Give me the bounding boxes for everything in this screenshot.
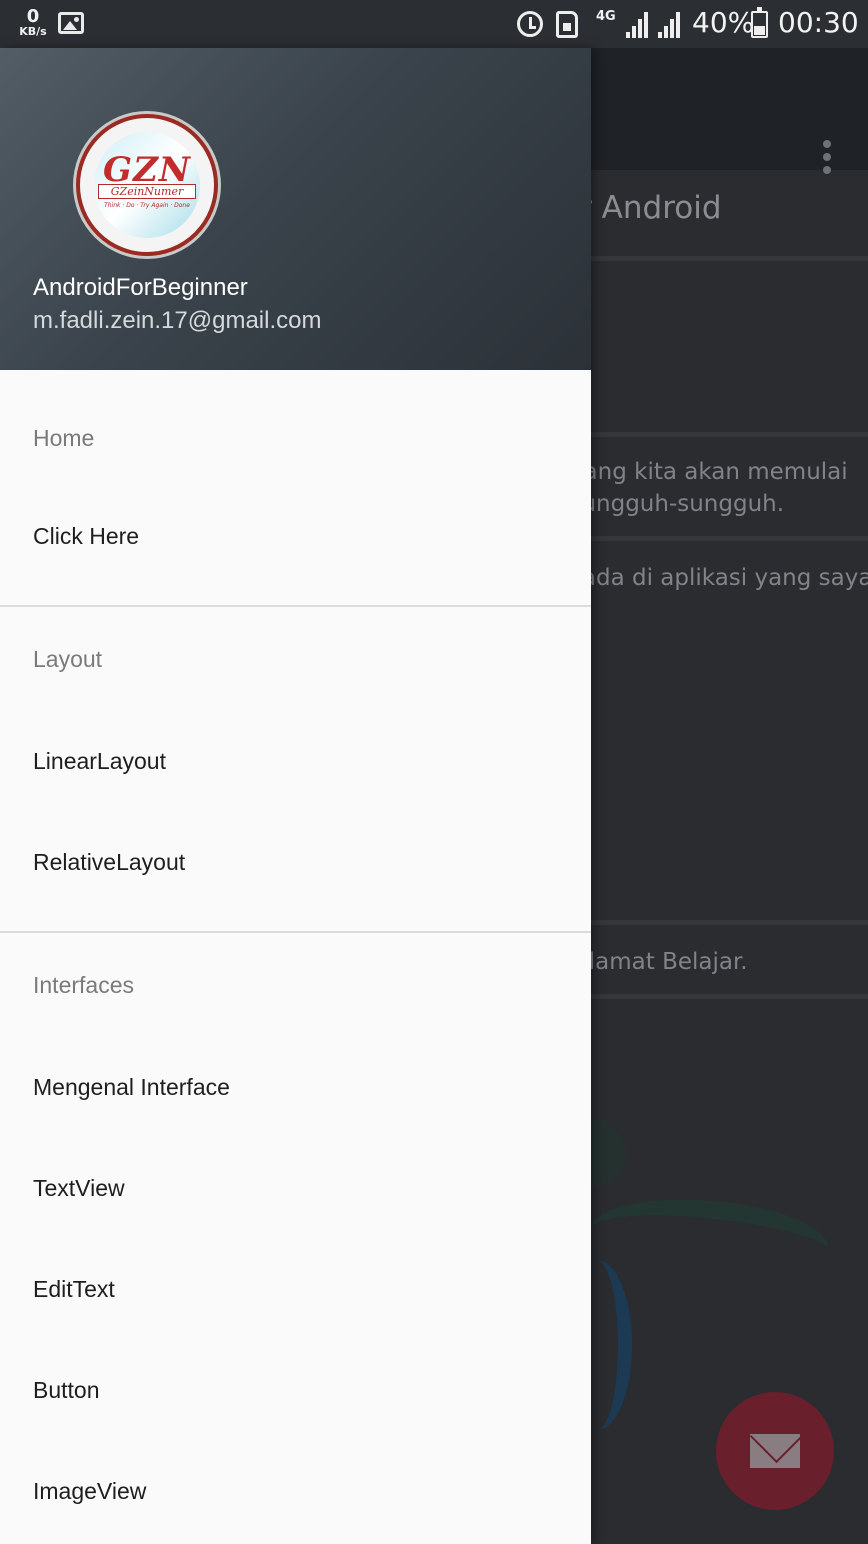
speed-value: 0 bbox=[26, 6, 40, 27]
more-options-icon[interactable] bbox=[822, 140, 832, 176]
body-text: g ada di aplikasi yang saya bbox=[560, 565, 868, 591]
menu-item-mengenal-interface[interactable]: Mengenal Interface bbox=[0, 1037, 591, 1138]
drawer-menu: Home Click Here Layout LinearLayout Rela… bbox=[0, 370, 591, 1544]
menu-item-imageview[interactable]: ImageView bbox=[0, 1441, 591, 1542]
body-text: arang kita akan memulai bbox=[560, 459, 848, 485]
user-email: m.fadli.zein.17@gmail.com bbox=[33, 307, 322, 334]
network-speed: 0 KB/s bbox=[17, 6, 49, 38]
divider bbox=[560, 432, 868, 437]
menu-item-edittext[interactable]: EditText bbox=[0, 1239, 591, 1340]
network-type: 4G bbox=[596, 9, 616, 24]
menu-item-linearlayout[interactable]: LinearLayout bbox=[0, 711, 591, 812]
menu-section-interfaces: Interfaces Mengenal Interface TextView E… bbox=[0, 933, 591, 1544]
user-name: AndroidForBeginner bbox=[33, 274, 248, 301]
section-title-home: Home bbox=[33, 425, 95, 451]
image-icon bbox=[58, 12, 84, 34]
divider bbox=[560, 920, 868, 925]
menu-section-home: Home Click Here bbox=[0, 370, 591, 607]
divider bbox=[560, 256, 868, 261]
menu-section-layout: Layout LinearLayout RelativeLayout bbox=[0, 607, 591, 933]
menu-item-relativelayout[interactable]: RelativeLayout bbox=[0, 812, 591, 913]
logo-tagline: Think · Do · Try Again · Done bbox=[104, 202, 190, 209]
status-bar: 0 KB/s 4G 40% 00:30 bbox=[0, 0, 868, 48]
navigation-drawer: GZN GZeinNumer Think · Do · Try Again · … bbox=[0, 48, 591, 1544]
mail-icon bbox=[750, 1434, 800, 1468]
signal-icon bbox=[656, 12, 684, 38]
mail-fab-button[interactable] bbox=[716, 1392, 834, 1510]
body-text: rsungguh-sungguh. bbox=[560, 491, 785, 517]
menu-item-textview[interactable]: TextView bbox=[0, 1138, 591, 1239]
avatar[interactable]: GZN GZeinNumer Think · Do · Try Again · … bbox=[76, 114, 218, 256]
decorative-shape bbox=[583, 1183, 833, 1297]
menu-item-click-here[interactable]: Click Here bbox=[0, 486, 591, 587]
section-title-interfaces: Interfaces bbox=[33, 972, 134, 998]
alarm-icon bbox=[517, 11, 543, 37]
speed-unit: KB/s bbox=[19, 25, 47, 38]
logo-subtitle: GZeinNumer bbox=[98, 184, 196, 199]
sim-icon bbox=[556, 11, 578, 38]
drawer-header: GZN GZeinNumer Think · Do · Try Again · … bbox=[0, 48, 591, 370]
menu-item-button[interactable]: Button bbox=[0, 1340, 591, 1441]
divider bbox=[560, 994, 868, 999]
divider bbox=[560, 536, 868, 541]
battery-icon bbox=[751, 7, 768, 38]
battery-percent: 40% bbox=[692, 6, 755, 39]
clock: 00:30 bbox=[778, 6, 859, 39]
signal-icon bbox=[624, 12, 652, 38]
section-title-layout: Layout bbox=[33, 646, 103, 672]
